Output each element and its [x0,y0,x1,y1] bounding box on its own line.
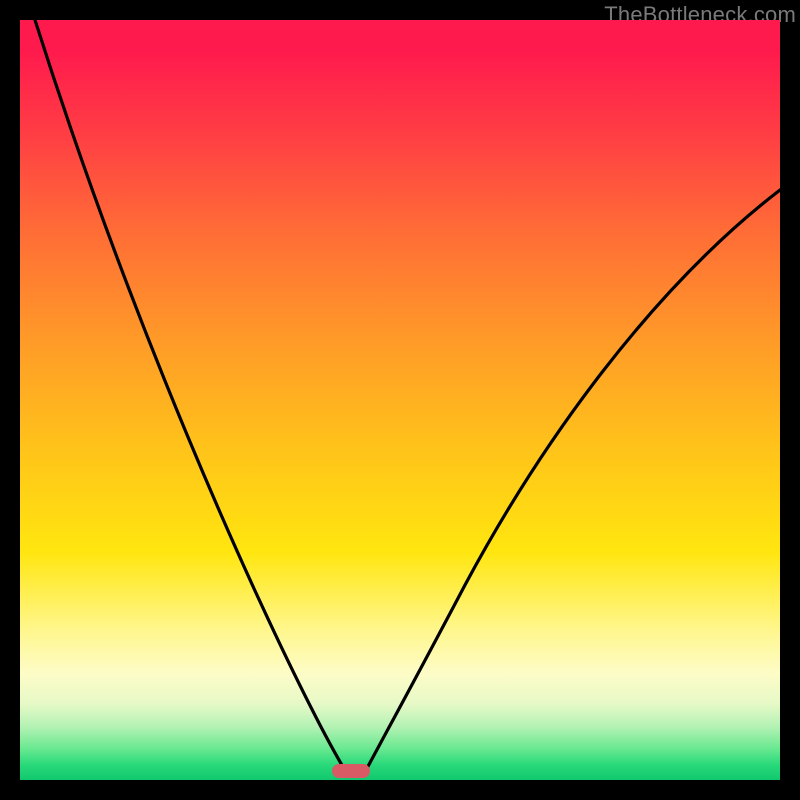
curve-left-branch [35,20,346,772]
curve-right-branch [365,190,780,772]
bottleneck-curve [20,20,780,780]
plot-frame [20,20,780,780]
optimal-marker [332,764,370,778]
